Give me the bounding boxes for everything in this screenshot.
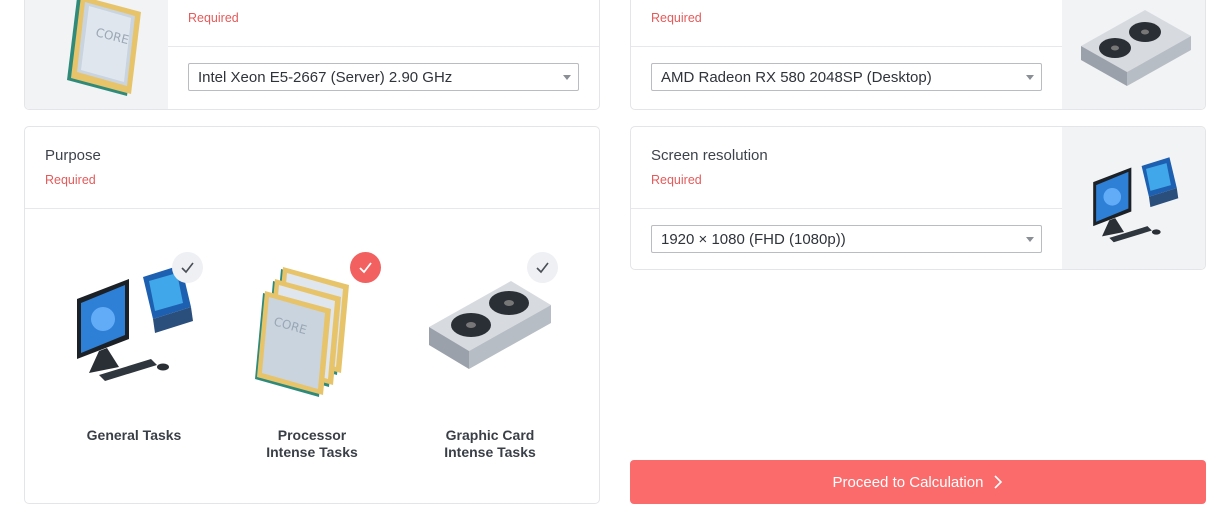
resolution-thumbnail bbox=[1062, 127, 1205, 269]
check-toggle-general-tasks[interactable] bbox=[172, 252, 203, 283]
processor-chip-icon: CORE bbox=[66, 0, 141, 96]
purpose-required-label: Required bbox=[45, 173, 96, 187]
purpose-option-title: General Tasks bbox=[59, 427, 209, 444]
purpose-option-line1: Graphic Card bbox=[445, 427, 535, 443]
chevron-right-icon bbox=[994, 475, 1003, 489]
purpose-option-title: Graphic Card Intense Tasks bbox=[415, 427, 565, 461]
resolution-label: Screen resolution bbox=[651, 147, 768, 164]
purpose-option-title: Processor Intense Tasks bbox=[237, 427, 387, 461]
checkmark-icon bbox=[536, 262, 549, 274]
graphics-card-card: Required AMD Radeon RX 580 2048SP (Deskt… bbox=[630, 0, 1206, 110]
checkmark-icon bbox=[181, 262, 194, 274]
chevron-down-icon bbox=[563, 75, 571, 80]
graphics-select[interactable]: AMD Radeon RX 580 2048SP (Desktop) bbox=[651, 63, 1042, 91]
purpose-option-line2: Intense Tasks bbox=[266, 444, 358, 460]
purpose-divider bbox=[25, 208, 599, 209]
purpose-card: Purpose Required General Tasks CORE Proc… bbox=[24, 126, 600, 504]
desktop-pc-icon bbox=[1092, 157, 1178, 243]
purpose-label: Purpose bbox=[45, 147, 101, 164]
checkmark-icon bbox=[359, 262, 372, 274]
check-toggle-processor-intense[interactable] bbox=[350, 252, 381, 283]
graphics-select-value: AMD Radeon RX 580 2048SP (Desktop) bbox=[661, 69, 932, 86]
proceed-to-calculation-button[interactable]: Proceed to Calculation bbox=[630, 460, 1206, 504]
processor-card: CORE Required Intel Xeon E5-2667 (Server… bbox=[24, 0, 600, 110]
graphics-thumbnail bbox=[1062, 0, 1205, 109]
resolution-required-label: Required bbox=[651, 173, 702, 187]
resolution-select[interactable]: 1920 × 1080 (FHD (1080p)) bbox=[651, 225, 1042, 253]
graphics-card-icon bbox=[1080, 10, 1191, 86]
resolution-card: Screen resolution Required 1920 × 1080 (… bbox=[630, 126, 1206, 270]
graphics-required-label: Required bbox=[651, 11, 702, 25]
proceed-button-label: Proceed to Calculation bbox=[832, 473, 984, 491]
purpose-option-line1: General Tasks bbox=[86, 427, 182, 443]
chevron-down-icon bbox=[1026, 75, 1034, 80]
processor-divider bbox=[168, 46, 599, 47]
purpose-option-line2: Intense Tasks bbox=[444, 444, 536, 460]
resolution-divider bbox=[631, 208, 1062, 209]
check-toggle-graphics-intense[interactable] bbox=[527, 252, 558, 283]
processor-select[interactable]: Intel Xeon E5-2667 (Server) 2.90 GHz bbox=[188, 63, 579, 91]
processor-required-label: Required bbox=[188, 11, 239, 25]
resolution-select-value: 1920 × 1080 (FHD (1080p)) bbox=[661, 231, 846, 248]
chevron-down-icon bbox=[1026, 237, 1034, 242]
processor-select-value: Intel Xeon E5-2667 (Server) 2.90 GHz bbox=[198, 69, 453, 86]
graphics-divider bbox=[631, 46, 1062, 47]
purpose-option-line1: Processor bbox=[277, 427, 347, 443]
processor-thumbnail: CORE bbox=[25, 0, 168, 109]
